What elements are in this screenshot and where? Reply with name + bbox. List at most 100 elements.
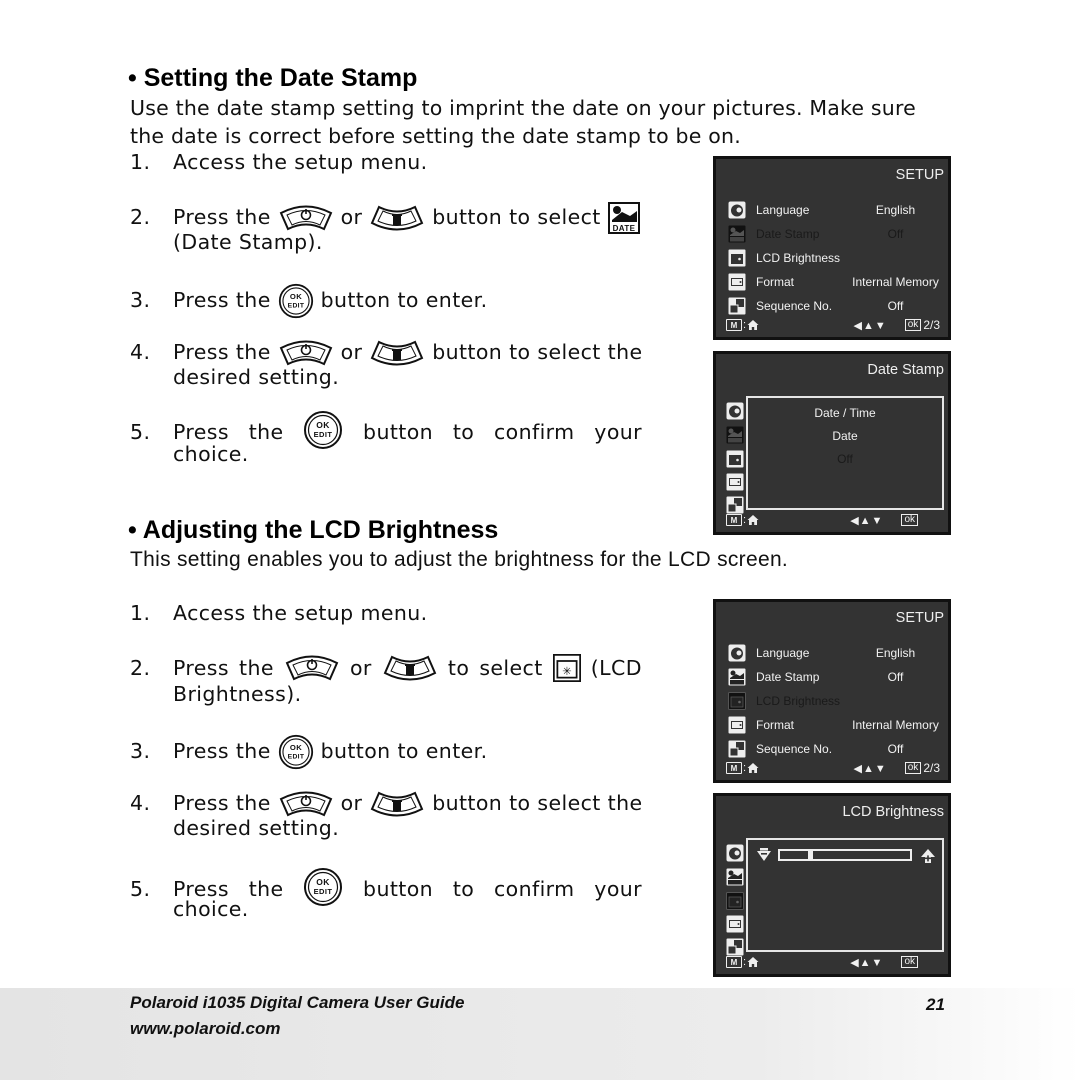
language-icon xyxy=(726,844,744,862)
home-icon xyxy=(747,762,759,774)
decrease-brightness-icon[interactable] xyxy=(756,848,772,862)
language-icon xyxy=(728,644,746,662)
step-word: confirm xyxy=(493,420,575,444)
step-5: 5. Press the button to confirm your choi… xyxy=(130,875,642,923)
step-text: Access the setup menu. xyxy=(173,601,428,625)
brightness-slider[interactable] xyxy=(778,849,912,861)
menu-item-date-stamp[interactable]: Date Stamp Off xyxy=(728,223,940,245)
date-stamp-icon xyxy=(728,668,746,686)
screen-footer: M : ◀▲▼ ok 2/3 xyxy=(726,316,940,334)
brightness-slider-thumb[interactable] xyxy=(808,850,813,860)
menu-item-value: Off xyxy=(887,299,904,313)
menu-item-language[interactable]: Language English xyxy=(728,199,940,221)
ok-icon: ok xyxy=(904,762,922,774)
step-word: your xyxy=(594,420,642,444)
menu-item-language[interactable]: Language English xyxy=(728,642,940,664)
step-2: 2. Press the or to select (LCD Brightnes… xyxy=(130,654,642,708)
screen-title: LCD Brightness xyxy=(842,804,944,820)
menu-item-date-stamp[interactable]: Date Stamp Off xyxy=(728,666,940,688)
page-indicator: 2/3 xyxy=(923,761,940,775)
website-link[interactable]: www.polaroid.com xyxy=(130,1019,281,1039)
option-date[interactable]: Date xyxy=(748,429,942,443)
menu-item-label: Date Stamp xyxy=(756,670,820,684)
step-number: 5. xyxy=(130,877,151,901)
step-number: 3. xyxy=(130,288,151,312)
step-4: 4. Press the or button to select the desi… xyxy=(130,338,643,391)
menu-item-value: Off xyxy=(887,742,904,756)
step-word: Press xyxy=(173,656,229,680)
menu-button-icon: M xyxy=(726,956,742,968)
step-text-continued: desired setting. xyxy=(173,365,340,389)
step-word: confirm xyxy=(493,877,575,901)
step-word: button xyxy=(363,877,434,901)
guide-title: Polaroid i1035 Digital Camera User Guide xyxy=(130,993,465,1012)
section-heading-lcd-brightness: • Adjusting the LCD Brightness xyxy=(128,516,499,544)
screen-footer: M : ◀▲▼ ok 2/3 xyxy=(726,759,940,777)
step-2: 2. Press the or button to select (Date St… xyxy=(130,202,640,256)
menu-item-sequence-no[interactable]: Sequence No. Off xyxy=(728,295,940,317)
step-number: 5. xyxy=(130,420,151,444)
sequence-icon xyxy=(728,297,746,315)
menu-item-lcd-brightness[interactable]: LCD Brightness xyxy=(728,247,940,269)
step-text: button to select xyxy=(432,205,601,229)
step-text: button to select the xyxy=(432,791,643,815)
menu-button-icon: M xyxy=(726,762,742,774)
ok-edit-button-icon xyxy=(278,283,314,319)
step-number: 2. xyxy=(130,205,151,229)
camera-screen-setup-lcd-brightness: SETUP Language English Date Stamp Off LC… xyxy=(713,599,951,783)
menu-item-value: Internal Memory xyxy=(852,718,939,732)
step-word: your xyxy=(594,877,642,901)
step-number: 2. xyxy=(130,656,151,680)
slider-panel xyxy=(746,838,944,952)
ok-edit-button-icon xyxy=(303,867,343,907)
sequence-icon xyxy=(728,740,746,758)
navigation-arrows-icon: ◀▲▼ xyxy=(853,762,887,775)
step-1: 1. Access the setup menu. xyxy=(130,148,428,176)
menu-item-format[interactable]: Format Internal Memory xyxy=(728,714,940,736)
up-timer-button-icon xyxy=(284,654,340,682)
lcd-brightness-icon xyxy=(553,654,581,682)
option-off[interactable]: Off xyxy=(748,452,942,466)
step-text: button to select the xyxy=(432,340,643,364)
screen-footer: M : ◀▲▼ ok xyxy=(726,953,940,971)
ok-edit-button-icon xyxy=(303,410,343,450)
screen-title: SETUP xyxy=(895,167,944,183)
step-word: to xyxy=(447,656,470,680)
down-delete-button-icon xyxy=(369,204,425,232)
screen-footer: M : ◀▲▼ ok xyxy=(726,511,940,529)
options-panel: Date / Time Date Off xyxy=(746,396,944,510)
step-number: 4. xyxy=(130,791,151,815)
navigation-arrows-icon: ◀▲▼ xyxy=(850,956,884,969)
option-date-time[interactable]: Date / Time xyxy=(748,406,942,420)
screen-title: Date Stamp xyxy=(867,362,944,378)
date-stamp-icon xyxy=(728,225,746,243)
intro-text: This setting enables you to adjust the b… xyxy=(130,548,789,571)
menu-item-value: English xyxy=(875,646,916,660)
menu-item-sequence-no[interactable]: Sequence No. Off xyxy=(728,738,940,760)
menu-item-format[interactable]: Format Internal Memory xyxy=(728,271,940,293)
section-heading-date-stamp: • Setting the Date Stamp xyxy=(128,64,418,92)
menu-button-icon: M xyxy=(726,514,742,526)
camera-screen-lcd-brightness-slider: LCD Brightness M : ◀▲▼ ok xyxy=(713,793,951,977)
ok-edit-button-icon xyxy=(278,734,314,770)
lcd-brightness-icon xyxy=(728,249,746,267)
format-icon xyxy=(726,915,744,933)
step-word: Press xyxy=(173,420,229,444)
menu-item-value: Off xyxy=(887,670,904,684)
home-icon xyxy=(747,514,759,526)
menu-item-lcd-brightness[interactable]: LCD Brightness xyxy=(728,690,940,712)
menu-item-label: Format xyxy=(756,275,795,289)
navigation-arrows-icon: ◀▲▼ xyxy=(853,319,887,332)
down-delete-button-icon xyxy=(369,790,425,818)
step-text-continued: (Date Stamp). xyxy=(173,230,323,254)
down-delete-button-icon xyxy=(369,339,425,367)
increase-brightness-icon[interactable] xyxy=(920,848,936,864)
step-word: to xyxy=(452,877,475,901)
format-icon xyxy=(726,473,744,491)
date-stamp-icon xyxy=(608,202,640,234)
menu-item-label: Language xyxy=(756,203,810,217)
step-3: 3. Press the button to enter. xyxy=(130,734,488,770)
step-text: button to enter. xyxy=(320,739,488,763)
home-icon xyxy=(747,319,759,331)
step-word: button xyxy=(363,420,434,444)
